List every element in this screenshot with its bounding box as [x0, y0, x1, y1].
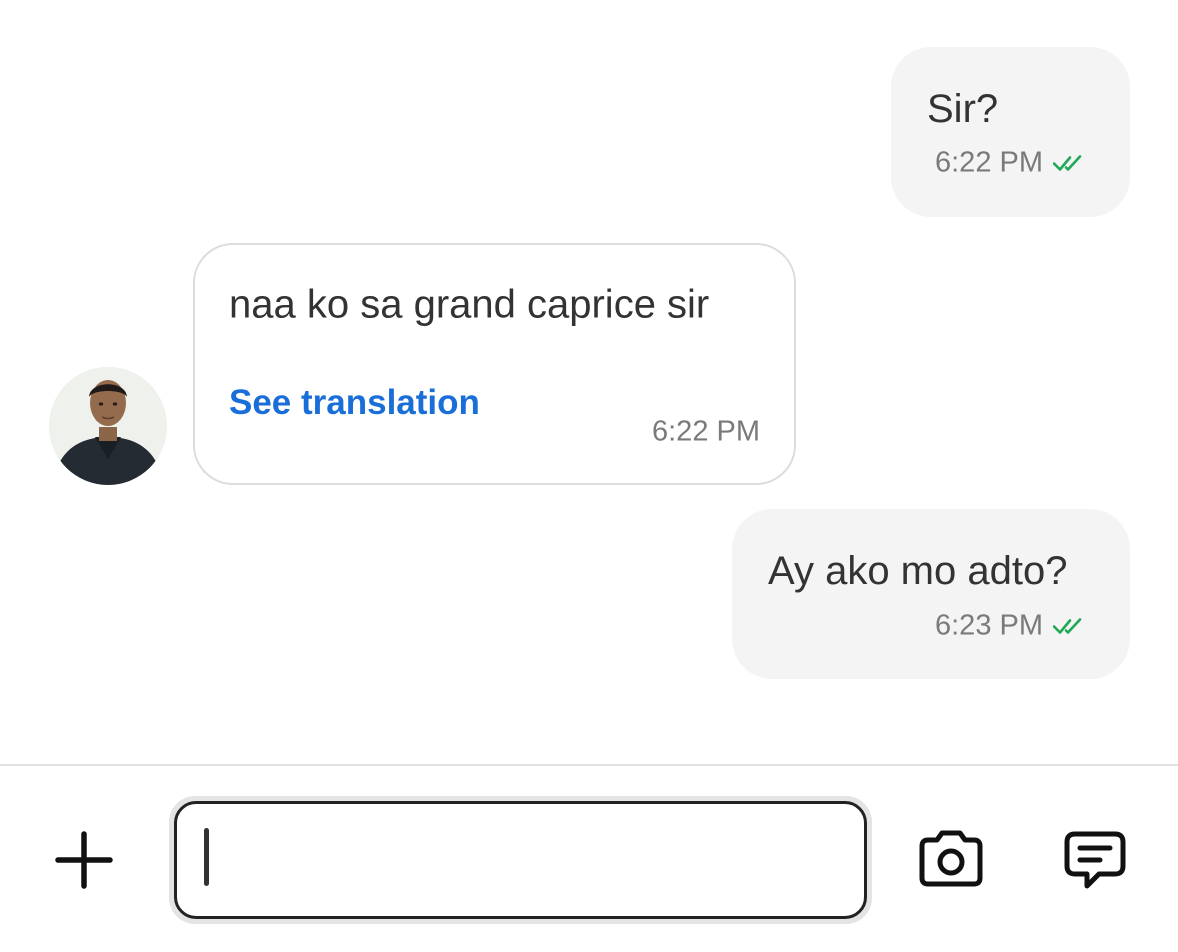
message-text: Ay ako mo adto?	[768, 549, 1068, 593]
double-check-icon	[1053, 154, 1082, 171]
see-translation-link[interactable]: See translation	[229, 383, 480, 423]
text-caret	[204, 828, 209, 886]
message-time: 6:22 PM	[652, 415, 760, 448]
message-text: naa ko sa grand caprice sir	[229, 282, 710, 327]
message-meta: 6:23 PM	[935, 610, 1085, 643]
camera-button[interactable]	[912, 824, 990, 894]
message-composer	[0, 766, 1178, 952]
camera-icon	[919, 830, 983, 887]
message-time: 6:23 PM	[935, 609, 1043, 642]
message-time: 6:22 PM	[935, 146, 1043, 179]
chat-bubble-icon	[1064, 831, 1126, 889]
message-thread: Sir? 6:22 PM naa ko sa grand caprice sir…	[0, 0, 1178, 765]
avatar[interactable]	[49, 367, 167, 485]
message-meta: 6:22 PM	[935, 147, 1085, 180]
incoming-message[interactable]: naa ko sa grand caprice sir See translat…	[193, 243, 796, 485]
message-input[interactable]	[174, 801, 867, 919]
message-input-wrapper	[169, 796, 872, 924]
plus-icon	[55, 831, 113, 889]
quick-replies-button[interactable]	[1058, 824, 1132, 898]
double-check-icon	[1053, 617, 1082, 634]
outgoing-message[interactable]: Sir? 6:22 PM	[891, 47, 1130, 217]
add-attachment-button[interactable]	[52, 828, 116, 892]
message-text: Sir?	[927, 87, 999, 131]
outgoing-message[interactable]: Ay ako mo adto? 6:23 PM	[732, 509, 1130, 679]
